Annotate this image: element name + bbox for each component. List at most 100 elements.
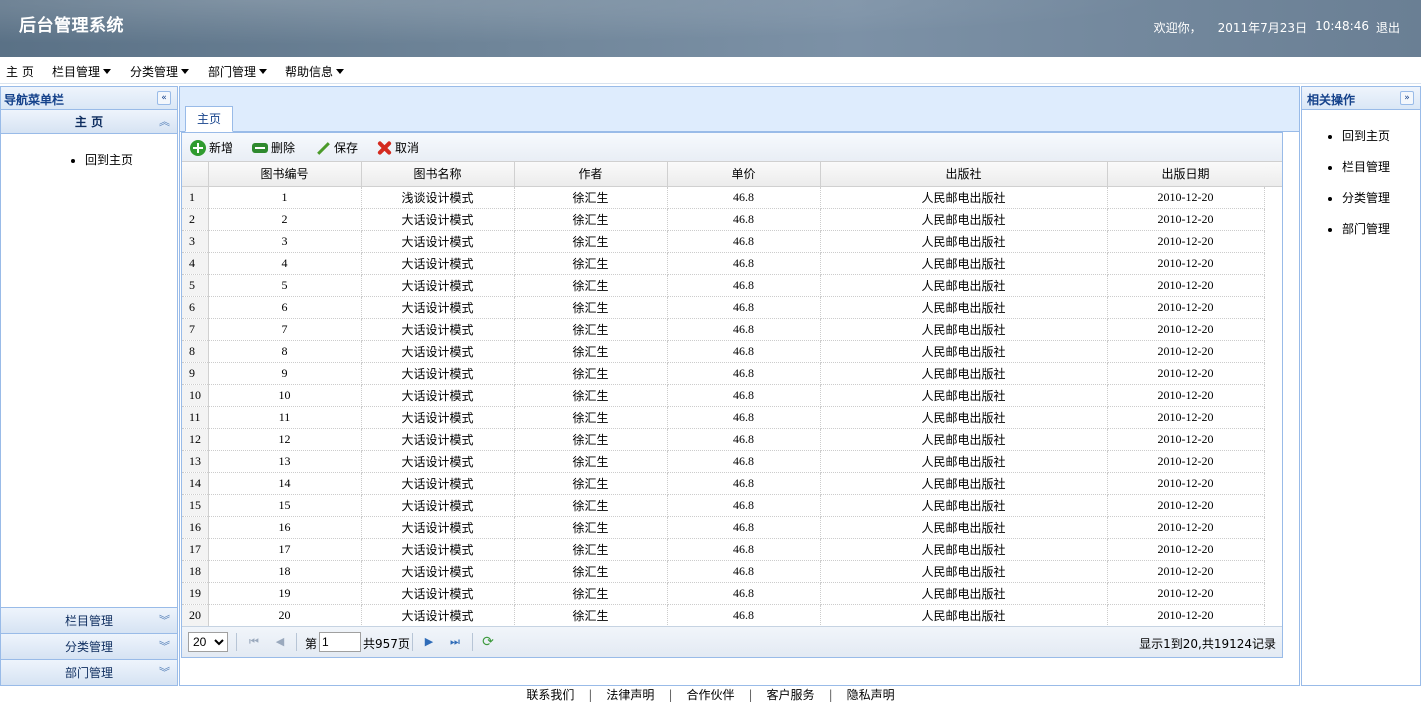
cell-publisher: 人民邮电出版社 [820, 230, 1108, 253]
accordion-columns-header[interactable]: 栏目管理 ︾ [1, 607, 177, 633]
table-row[interactable]: 18 18 大话设计模式 徐汇生 46.8 人民邮电出版社 2010-12-20 [182, 560, 1265, 583]
cell-price: 46.8 [667, 560, 821, 583]
nav-link-home[interactable]: 回到主页 [85, 151, 177, 168]
cell-price: 46.8 [667, 318, 821, 341]
tab-home[interactable]: 主页 [185, 106, 233, 132]
table-row[interactable]: 15 15 大话设计模式 徐汇生 46.8 人民邮电出版社 2010-12-20 [182, 494, 1265, 517]
row-number: 18 [182, 560, 209, 583]
page-size-select[interactable]: 20 [188, 632, 228, 652]
table-row[interactable]: 1 1 浅谈设计模式 徐汇生 46.8 人民邮电出版社 2010-12-20 [182, 186, 1265, 209]
table-row[interactable]: 9 9 大话设计模式 徐汇生 46.8 人民邮电出版社 2010-12-20 [182, 362, 1265, 385]
logout-link[interactable]: 退出 [1376, 19, 1400, 36]
related-actions-title: 相关操作 [1307, 93, 1356, 107]
grid-toolbar: 新增 删除 保存 取消 [182, 133, 1282, 162]
main-content: 主页 新增 删除 保存 取消 图书编号 图书名称 作者 单价 出版社 出版日期 [179, 86, 1300, 686]
cell-publisher: 人民邮电出版社 [820, 450, 1108, 473]
related-link-columns[interactable]: 栏目管理 [1342, 158, 1420, 189]
record-info: 显示1到20,共19124记录 [1139, 637, 1276, 651]
delete-icon [252, 143, 268, 153]
accordion-departments-header[interactable]: 部门管理 ︾ [1, 659, 177, 685]
footer-separator: | [828, 688, 833, 702]
footer-link-partners[interactable]: 合作伙伴 [686, 688, 734, 702]
table-row[interactable]: 6 6 大话设计模式 徐汇生 46.8 人民邮电出版社 2010-12-20 [182, 296, 1265, 319]
add-button[interactable]: 新增 [190, 139, 233, 156]
accordion-columns-label: 栏目管理 [64, 614, 113, 628]
table-row[interactable]: 17 17 大话设计模式 徐汇生 46.8 人民邮电出版社 2010-12-20 [182, 538, 1265, 561]
menu-help[interactable]: 帮助信息 [285, 63, 345, 80]
table-row[interactable]: 13 13 大话设计模式 徐汇生 46.8 人民邮电出版社 2010-12-20 [182, 450, 1265, 473]
table-row[interactable]: 16 16 大话设计模式 徐汇生 46.8 人民邮电出版社 2010-12-20 [182, 516, 1265, 539]
cell-author: 徐汇生 [514, 362, 668, 385]
cell-book-id: 4 [208, 252, 362, 275]
refresh-icon[interactable]: ⟳ [481, 635, 495, 649]
cell-publish-date: 2010-12-20 [1107, 230, 1265, 253]
table-row[interactable]: 5 5 大话设计模式 徐汇生 46.8 人民邮电出版社 2010-12-20 [182, 274, 1265, 297]
menu-departments[interactable]: 部门管理 [208, 63, 268, 80]
double-chevron-down-icon: ︾ [159, 666, 170, 679]
menu-home[interactable]: 主 页 [6, 63, 34, 80]
column-header-book-id[interactable]: 图书编号 [208, 162, 362, 187]
related-link-departments[interactable]: 部门管理 [1342, 220, 1420, 251]
table-row[interactable]: 7 7 大话设计模式 徐汇生 46.8 人民邮电出版社 2010-12-20 [182, 318, 1265, 341]
add-button-label: 新增 [209, 141, 234, 155]
last-page-icon[interactable]: ⏭ [448, 635, 462, 649]
tab-strip: 主页 [180, 87, 1299, 132]
add-icon [190, 139, 206, 156]
menu-categories[interactable]: 分类管理 [130, 63, 190, 80]
column-header-book-name[interactable]: 图书名称 [361, 162, 515, 187]
cell-publish-date: 2010-12-20 [1107, 450, 1265, 473]
cell-author: 徐汇生 [514, 340, 668, 363]
column-header-price[interactable]: 单价 [667, 162, 821, 187]
cell-book-name: 大话设计模式 [361, 406, 515, 429]
column-header-author[interactable]: 作者 [514, 162, 668, 187]
cell-author: 徐汇生 [514, 318, 668, 341]
related-link-categories[interactable]: 分类管理 [1342, 189, 1420, 220]
column-header-publish-date[interactable]: 出版日期 [1107, 162, 1265, 187]
cell-book-id: 2 [208, 208, 362, 231]
home-nav-list: 回到主页 [1, 134, 177, 168]
table-row[interactable]: 14 14 大话设计模式 徐汇生 46.8 人民邮电出版社 2010-12-20 [182, 472, 1265, 495]
cancel-button[interactable]: 取消 [376, 139, 419, 156]
page-number-input[interactable] [319, 632, 361, 652]
cell-book-name: 大话设计模式 [361, 428, 515, 451]
cell-publish-date: 2010-12-20 [1107, 494, 1265, 517]
table-row[interactable]: 2 2 大话设计模式 徐汇生 46.8 人民邮电出版社 2010-12-20 [182, 208, 1265, 231]
footer-link-privacy[interactable]: 隐私声明 [847, 688, 895, 702]
caret-down-icon [181, 69, 190, 74]
column-header-publisher[interactable]: 出版社 [820, 162, 1108, 187]
table-row[interactable]: 3 3 大话设计模式 徐汇生 46.8 人民邮电出版社 2010-12-20 [182, 230, 1265, 253]
cell-price: 46.8 [667, 582, 821, 605]
footer-link-legal[interactable]: 法律声明 [606, 688, 654, 702]
page-prefix: 第 [305, 637, 318, 651]
book-grid: 新增 删除 保存 取消 图书编号 图书名称 作者 单价 出版社 出版日期 1 1… [181, 132, 1283, 658]
cell-author: 徐汇生 [514, 296, 668, 319]
footer-link-contact[interactable]: 联系我们 [526, 688, 574, 702]
related-link-home[interactable]: 回到主页 [1342, 127, 1420, 158]
accordion-home-header[interactable]: 主 页 ︽ [1, 110, 177, 134]
row-number: 3 [182, 230, 209, 253]
related-actions-list: 回到主页 栏目管理 分类管理 部门管理 [1302, 110, 1420, 251]
table-row[interactable]: 20 20 大话设计模式 徐汇生 46.8 人民邮电出版社 2010-12-20 [182, 604, 1265, 627]
prev-page-icon[interactable]: ◀ [273, 635, 287, 649]
cell-author: 徐汇生 [514, 560, 668, 583]
cell-price: 46.8 [667, 208, 821, 231]
first-page-icon[interactable]: ⏮ [247, 635, 261, 649]
table-row[interactable]: 4 4 大话设计模式 徐汇生 46.8 人民邮电出版社 2010-12-20 [182, 252, 1265, 275]
table-row[interactable]: 11 11 大话设计模式 徐汇生 46.8 人民邮电出版社 2010-12-20 [182, 406, 1265, 429]
next-page-icon[interactable]: ▶ [422, 635, 436, 649]
menu-columns[interactable]: 栏目管理 [52, 63, 112, 80]
save-button[interactable]: 保存 [315, 139, 358, 156]
table-row[interactable]: 8 8 大话设计模式 徐汇生 46.8 人民邮电出版社 2010-12-20 [182, 340, 1265, 363]
clock-text: 10:48:46 [1315, 19, 1369, 33]
table-row[interactable]: 10 10 大话设计模式 徐汇生 46.8 人民邮电出版社 2010-12-20 [182, 384, 1265, 407]
cell-book-name: 大话设计模式 [361, 516, 515, 539]
double-chevron-right-icon[interactable]: » [1400, 91, 1414, 105]
table-row[interactable]: 19 19 大话设计模式 徐汇生 46.8 人民邮电出版社 2010-12-20 [182, 582, 1265, 605]
table-row[interactable]: 12 12 大话设计模式 徐汇生 46.8 人民邮电出版社 2010-12-20 [182, 428, 1265, 451]
pager-separator [236, 633, 237, 651]
cell-publisher: 人民邮电出版社 [820, 472, 1108, 495]
double-chevron-left-icon[interactable]: « [157, 91, 171, 105]
delete-button[interactable]: 删除 [252, 139, 295, 156]
accordion-categories-header[interactable]: 分类管理 ︾ [1, 633, 177, 659]
footer-link-service[interactable]: 客户服务 [767, 688, 815, 702]
